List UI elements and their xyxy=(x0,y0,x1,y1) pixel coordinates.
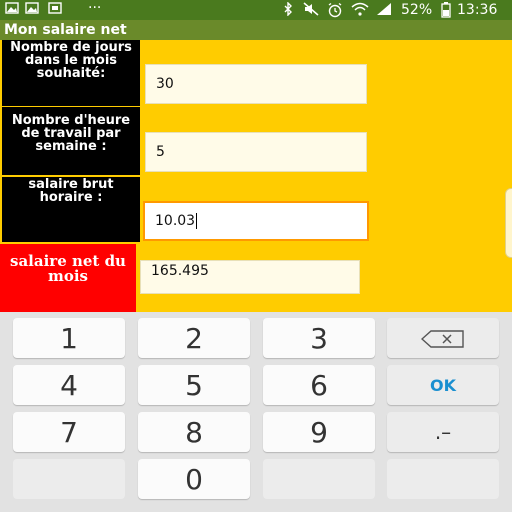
decimal-minus-key[interactable]: .– xyxy=(387,412,499,452)
numeric-keyboard: 1 2 3 4 5 6 OK 7 8 9 .– 0 xyxy=(0,312,512,512)
result-label: salaire net du mois xyxy=(0,244,136,312)
mute-icon xyxy=(303,2,319,20)
bluetooth-icon xyxy=(283,1,293,20)
form-area: Nombre de jours dans le mois souhaité: 3… xyxy=(0,40,512,312)
status-bar: ··· 52% 13:36 xyxy=(0,0,512,20)
key-0[interactable]: 0 xyxy=(138,459,250,499)
app-title: Mon salaire net xyxy=(4,22,127,38)
key-6[interactable]: 6 xyxy=(263,365,375,405)
image-notification-icon xyxy=(25,2,39,18)
backspace-key[interactable] xyxy=(387,318,499,358)
backspace-icon xyxy=(420,322,465,355)
battery-percentage: 52% xyxy=(401,2,433,18)
hours-input[interactable]: 5 xyxy=(145,132,367,172)
text-caret xyxy=(196,213,198,229)
days-input[interactable]: 30 xyxy=(145,64,367,104)
result-output: 165.495 xyxy=(140,260,360,294)
image-notification-icon xyxy=(5,2,19,18)
blank-key-right xyxy=(387,459,499,499)
result-value: 165.495 xyxy=(151,263,209,279)
screenshot-notification-icon xyxy=(48,2,62,18)
clock: 13:36 xyxy=(457,2,498,18)
overflow-icon: ··· xyxy=(88,0,102,16)
alarm-icon xyxy=(327,2,343,22)
signal-icon xyxy=(375,2,393,20)
decimal-label: .– xyxy=(434,420,452,444)
ok-label: OK xyxy=(430,375,456,395)
days-value: 30 xyxy=(156,76,174,92)
days-label: Nombre de jours dans le mois souhaité: xyxy=(2,40,140,106)
rate-input[interactable]: 10.03 xyxy=(143,201,369,241)
wifi-icon xyxy=(351,2,369,20)
ok-key[interactable]: OK xyxy=(387,365,499,405)
side-panel-handle[interactable] xyxy=(505,188,512,258)
rate-value: 10.03 xyxy=(155,213,196,229)
blank-key-middle xyxy=(263,459,375,499)
key-7[interactable]: 7 xyxy=(13,412,125,452)
battery-icon xyxy=(441,2,451,22)
rate-label: salaire brut horaire : xyxy=(2,177,140,242)
key-2[interactable]: 2 xyxy=(138,318,250,358)
key-8[interactable]: 8 xyxy=(138,412,250,452)
title-bar: Mon salaire net xyxy=(0,20,512,40)
hours-value: 5 xyxy=(156,144,165,160)
key-5[interactable]: 5 xyxy=(138,365,250,405)
key-4[interactable]: 4 xyxy=(13,365,125,405)
key-1[interactable]: 1 xyxy=(13,318,125,358)
hours-label: Nombre d'heure de travail par semaine : xyxy=(2,107,140,175)
key-9[interactable]: 9 xyxy=(263,412,375,452)
key-3[interactable]: 3 xyxy=(263,318,375,358)
blank-key-left xyxy=(13,459,125,499)
